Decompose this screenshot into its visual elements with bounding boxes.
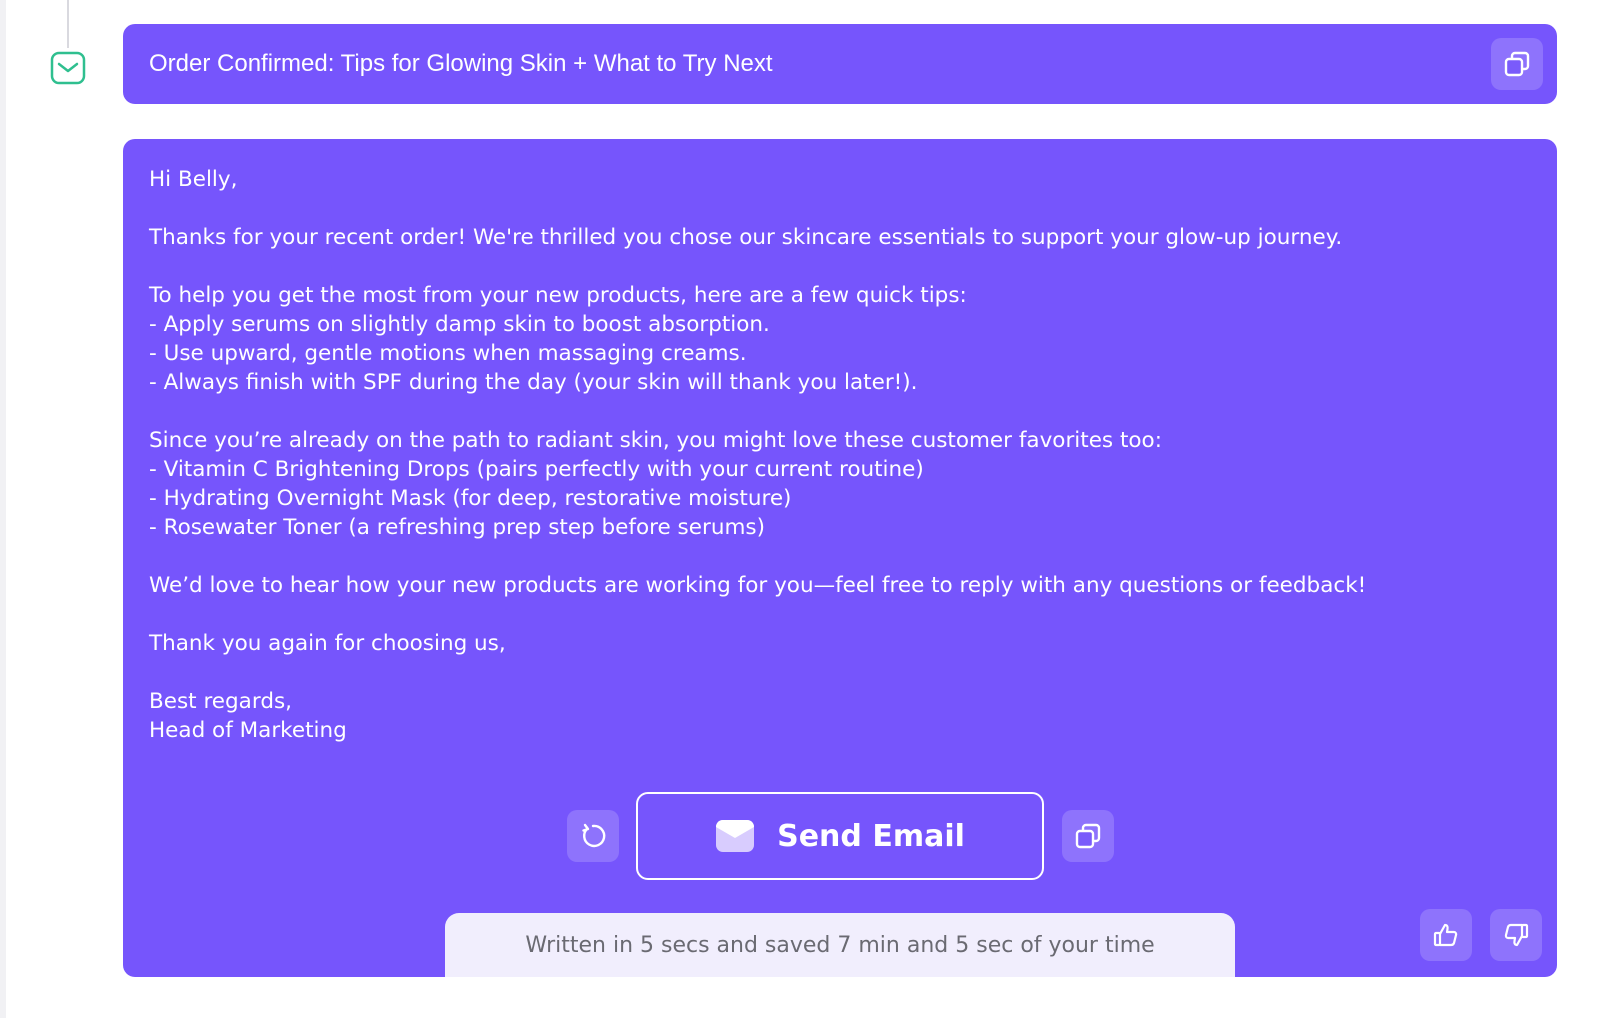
email-spacer [149,658,1539,687]
email-spacer [149,252,1539,281]
send-email-label: Send Email [777,818,965,854]
email-line: Head of Marketing [149,718,347,743]
mail-icon [50,50,86,86]
email-line: Thank you again for choosing us, [149,631,506,656]
email-spacer [149,194,1539,223]
thumbs-down-icon [1504,923,1529,947]
thumbs-up-button[interactable] [1420,909,1472,961]
timeline-connector [67,0,69,48]
email-line: - Use upward, gentle motions when massag… [149,341,747,366]
email-line: - Apply serums on slightly damp skin to … [149,312,770,337]
email-line: Since you’re already on the path to radi… [149,428,1162,453]
refresh-icon [582,823,606,848]
email-line: We’d love to hear how your new products … [149,573,1367,598]
thumbs-up-icon [1433,923,1458,947]
email-line: Thanks for your recent order! We're thri… [149,225,1343,250]
email-line: Hi Belly, [149,167,238,192]
email-spacer [149,542,1539,571]
regenerate-button[interactable] [567,810,619,862]
email-line: Best regards, [149,689,293,714]
email-line: - Hydrating Overnight Mask (for deep, re… [149,486,792,511]
email-spacer [149,600,1539,629]
thumbs-down-button[interactable] [1490,909,1542,961]
envelope-icon [716,820,755,852]
email-line: - Rosewater Toner (a refreshing prep ste… [149,515,765,540]
copy-body-button[interactable] [1062,810,1114,862]
email-line: - Vitamin C Brightening Drops (pairs per… [149,457,924,482]
copy-icon [1504,51,1530,77]
copy-icon [1075,823,1101,849]
send-email-button[interactable]: Send Email [636,792,1044,880]
left-edge-rule [0,0,6,1018]
email-body: Hi Belly, Thanks for your recent order! W… [149,165,1539,745]
email-subject: Order Confirmed: Tips for Glowing Skin +… [149,50,773,77]
email-line: - Always finish with SPF during the day … [149,370,918,395]
email-line: To help you get the most from your new p… [149,283,967,308]
time-saved-note: Written in 5 secs and saved 7 min and 5 … [445,913,1235,977]
email-body-card: Hi Belly, Thanks for your recent order! W… [123,139,1557,977]
email-spacer [149,397,1539,426]
subject-card: Order Confirmed: Tips for Glowing Skin +… [123,24,1557,104]
copy-subject-button[interactable] [1491,38,1543,90]
